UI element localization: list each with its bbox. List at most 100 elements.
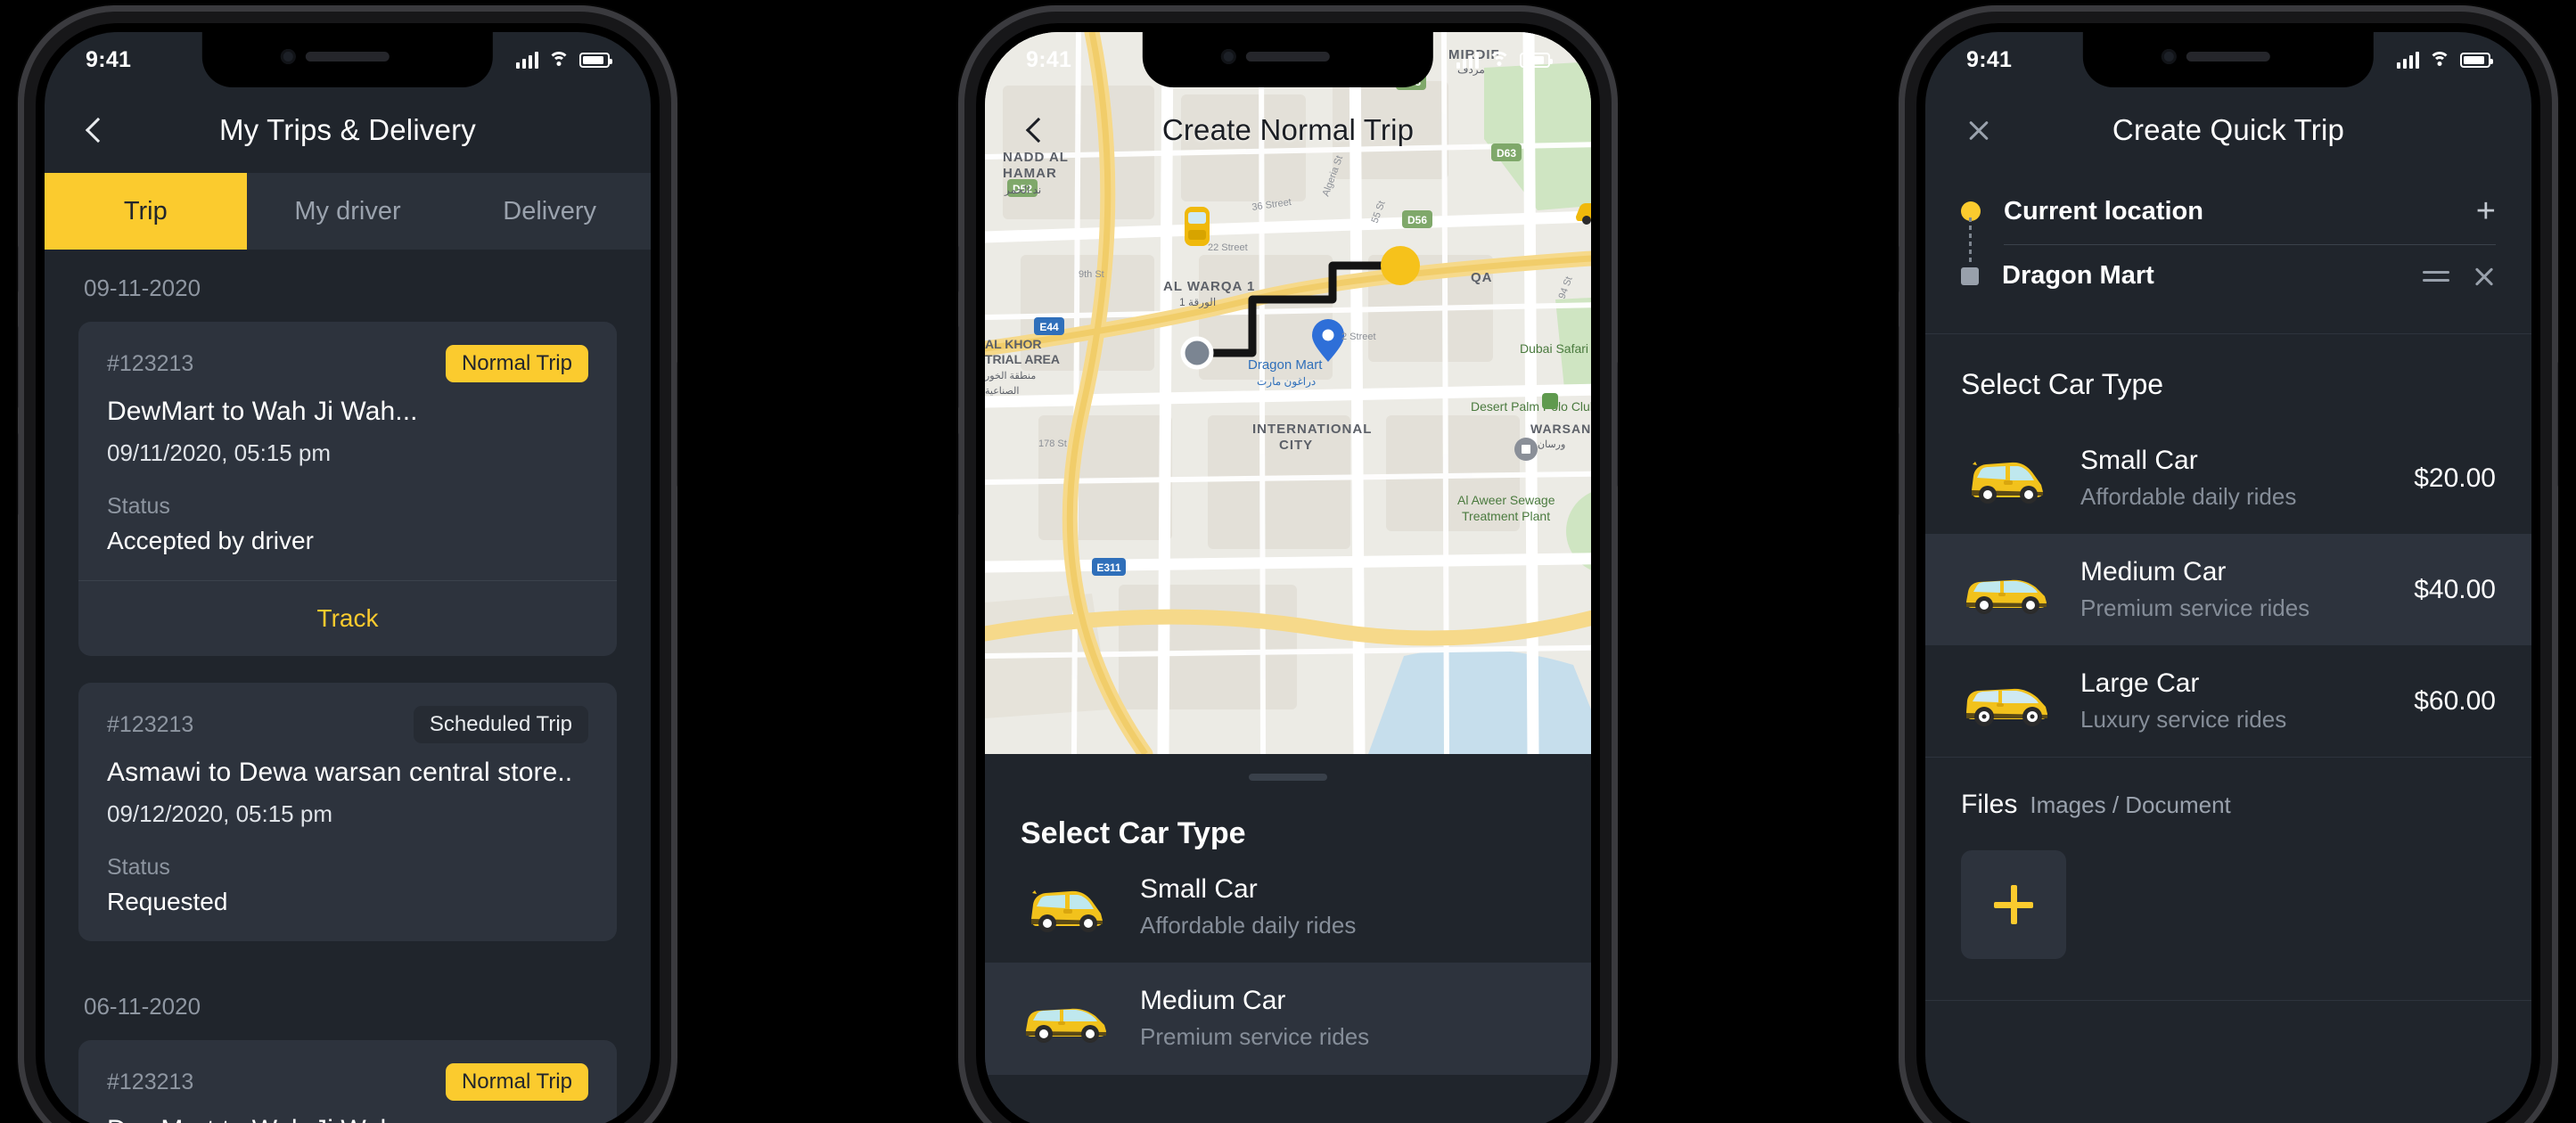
trip-card[interactable]: #123213 Normal Trip DewMart to Wah Ji Wa…	[78, 1040, 617, 1123]
trip-id: #123213	[107, 350, 194, 376]
date-group-header: 09-11-2020	[84, 275, 201, 301]
trip-title: DewMart to Wah Ji Wah...	[107, 397, 418, 426]
svg-text:TRIAL AREA: TRIAL AREA	[985, 352, 1060, 366]
trip-card[interactable]: #123213 Scheduled Trip Asmawi to Dewa wa…	[78, 683, 617, 941]
car-desc: Premium service rides	[1140, 1023, 1370, 1050]
phone-create-normal-trip: D58 D52 D56 D63 E44 E311 MIRDIF مردف Mu	[958, 5, 1618, 1123]
wifi-icon	[2429, 52, 2450, 68]
add-file-button[interactable]	[1961, 850, 2066, 959]
trip-id: #123213	[107, 1069, 194, 1094]
car-price: $60.00	[2414, 685, 2496, 716]
car-option-medium[interactable]: Medium Car Premium service rides	[985, 963, 1591, 1074]
car-option-small[interactable]: Small Car Affordable daily rides $20.00	[1925, 422, 2531, 534]
trip-list[interactable]: 09-11-2020 #123213 Normal Trip DewMart t…	[45, 250, 651, 1123]
date-group-header: 06-11-2020	[84, 993, 201, 1020]
drag-handle-icon[interactable]	[2423, 268, 2449, 284]
tab-delivery[interactable]: Delivery	[448, 173, 651, 250]
svg-text:منطقة الخور: منطقة الخور	[985, 371, 1036, 381]
status-time: 9:41	[1966, 46, 2013, 72]
destination-name: Dragon Mart	[2002, 261, 2154, 290]
svg-text:2 Street: 2 Street	[1341, 332, 1376, 342]
cellular-signal-icon	[1456, 51, 1479, 69]
trip-card[interactable]: #123213 Normal Trip DewMart to Wah Ji Wa…	[78, 322, 617, 656]
medium-car-icon	[1026, 1008, 1106, 1043]
car-option-medium[interactable]: Medium Car Premium service rides $40.00	[1925, 534, 2531, 645]
svg-text:9th St: 9th St	[1079, 269, 1104, 280]
status-time: 9:41	[86, 46, 132, 72]
cellular-signal-icon	[2396, 51, 2419, 69]
status-bar: 9:41	[45, 32, 651, 87]
car-desc: Affordable daily rides	[2080, 483, 2297, 510]
trip-type-badge: Normal Trip	[445, 345, 588, 382]
trip-type-badge: Normal Trip	[445, 1063, 588, 1101]
location-row-origin[interactable]: Current location +	[1961, 178, 2496, 262]
status-bar: 9:41	[1925, 32, 2531, 87]
svg-text:Desert Palm Polo Club: Desert Palm Polo Club	[1471, 399, 1591, 414]
back-chevron-icon[interactable]	[1015, 107, 1062, 153]
page-title: Create Normal Trip	[1161, 113, 1415, 146]
svg-text:ند الحمر: ند الحمر	[1004, 184, 1041, 196]
svg-text:Al Aweer Sewage: Al Aweer Sewage	[1457, 493, 1555, 507]
app-bar-my-trips: My Trips & Delivery	[45, 87, 651, 173]
svg-text:WARSAN: WARSAN	[1530, 422, 1591, 436]
trip-id: #123213	[107, 711, 194, 737]
tab-my-driver[interactable]: My driver	[247, 173, 449, 250]
car-option-small[interactable]: Small Car Affordable daily rides	[985, 851, 1591, 963]
trip-title: Asmawi to Dewa warsan central store..	[107, 758, 573, 787]
sheet-grabber[interactable]	[1249, 774, 1327, 781]
plus-icon	[1994, 885, 2033, 924]
destination-square-icon	[1961, 266, 1979, 285]
phone-create-quick-trip: 9:41 Create Quick Trip Current location	[1899, 5, 2558, 1123]
section-divider	[1925, 1000, 2531, 1001]
battery-icon	[1520, 52, 1553, 68]
phone-my-trips: 9:41 My Trips & Delivery Trip My driver …	[18, 5, 677, 1123]
svg-text:Dubai Safari Par: Dubai Safari Par	[1520, 341, 1591, 356]
tab-bar: Trip My driver Delivery	[45, 173, 651, 250]
medium-car-icon	[1966, 579, 2047, 614]
car-name: Small Car	[2080, 446, 2198, 475]
svg-text:CITY: CITY	[1279, 438, 1313, 453]
svg-text:E44: E44	[1039, 321, 1059, 333]
page-title: Create Quick Trip	[2112, 113, 2345, 146]
svg-text:الورقة 1: الورقة 1	[1179, 296, 1216, 308]
car-name: Large Car	[2080, 668, 2200, 698]
map-view[interactable]: D58 D52 D56 D63 E44 E311 MIRDIF مردف Mu	[985, 32, 1591, 754]
page-title: My Trips & Delivery	[218, 113, 476, 146]
files-header: Files Images / Document	[1925, 758, 2531, 820]
large-car-icon	[1966, 688, 2047, 726]
car-type-sheet: Select Car Type Small Car Affordable dai…	[985, 754, 1591, 1123]
plus-icon[interactable]: +	[2476, 194, 2496, 228]
car-name: Small Car	[1140, 874, 1258, 904]
files-label: Files	[1961, 790, 2018, 819]
svg-text:INTERNATIONAL: INTERNATIONAL	[1252, 422, 1372, 437]
trip-status-value: Requested	[107, 888, 228, 915]
svg-text:ورسان: ورسان	[1538, 439, 1565, 450]
sheet-title: Select Car Type	[1021, 816, 1246, 850]
screen-my-trips: 9:41 My Trips & Delivery Trip My driver …	[45, 32, 651, 1123]
svg-text:QA: QA	[1471, 270, 1493, 285]
svg-text:D56: D56	[1407, 214, 1427, 226]
car-price: $40.00	[2414, 574, 2496, 604]
cellular-signal-icon	[515, 51, 538, 69]
car-price: $20.00	[2414, 463, 2496, 493]
trip-status-label: Status	[107, 494, 170, 519]
remove-destination-icon[interactable]	[2473, 265, 2496, 288]
car-option-large[interactable]: Large Car Luxury service rides $60.00	[1925, 645, 2531, 757]
svg-text:AL WARQA 1: AL WARQA 1	[1163, 279, 1255, 294]
battery-icon	[2460, 52, 2493, 68]
small-car-icon	[1031, 889, 1103, 932]
svg-text:Dragon Mart: Dragon Mart	[1248, 357, 1323, 373]
tab-trip[interactable]: Trip	[45, 173, 247, 250]
trip-datetime: 09/11/2020, 05:15 pm	[107, 439, 332, 466]
screen-create-quick-trip: 9:41 Create Quick Trip Current location	[1925, 32, 2531, 1123]
car-marker-icon	[1576, 203, 1591, 225]
close-icon[interactable]	[1956, 107, 2002, 153]
car-marker-icon	[1185, 207, 1210, 246]
origin-name: Current location	[2004, 196, 2203, 225]
car-desc: Premium service rides	[2080, 594, 2310, 621]
car-name: Medium Car	[2080, 557, 2227, 586]
location-row-destination[interactable]: Dragon Mart	[1961, 245, 2496, 307]
back-chevron-icon[interactable]	[75, 107, 121, 153]
battery-icon	[579, 52, 612, 68]
track-button[interactable]: Track	[78, 580, 617, 656]
